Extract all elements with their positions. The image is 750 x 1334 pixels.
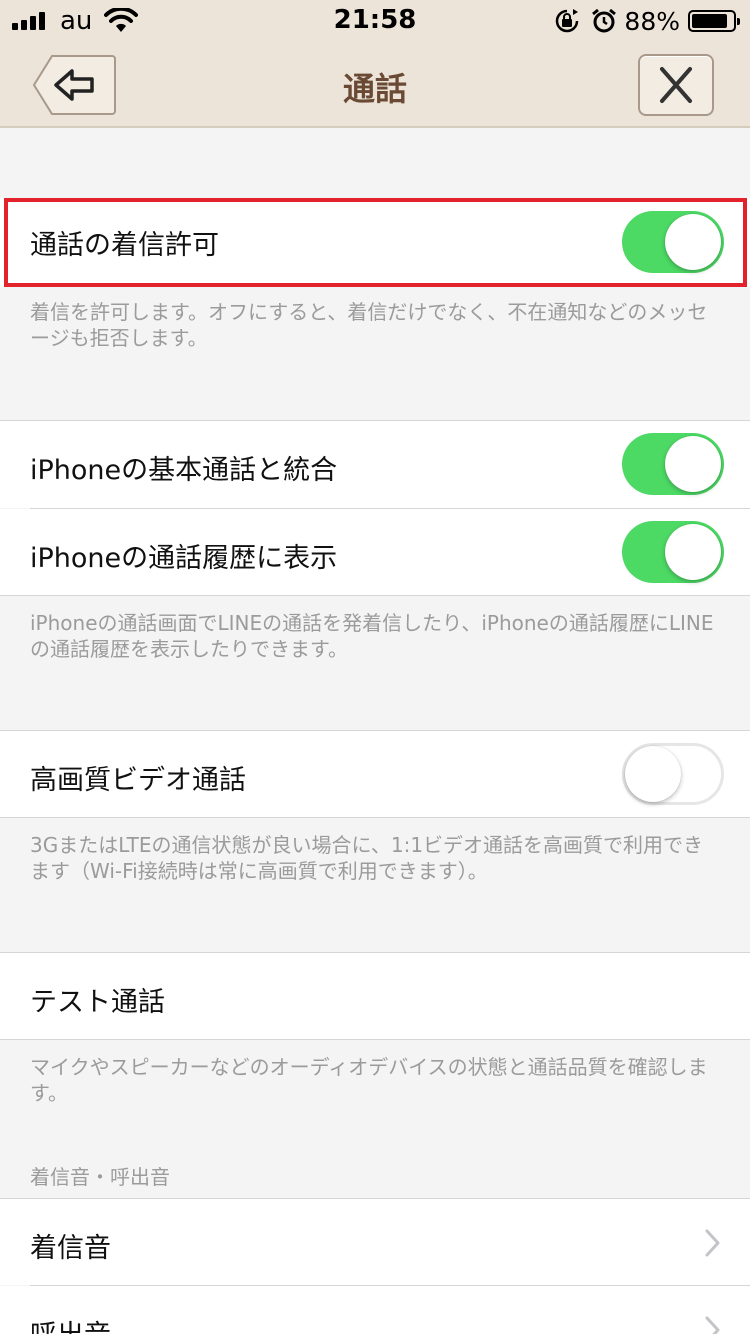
divider xyxy=(0,595,750,596)
chevron-right-icon xyxy=(705,1316,720,1334)
row-label-hd-video: 高画質ビデオ通話 xyxy=(30,765,246,796)
toggle-iphone-integration[interactable] xyxy=(622,433,724,495)
nav-bar: 通話 xyxy=(0,40,750,128)
row-ringtone[interactable]: 着信音 xyxy=(0,1199,750,1285)
row-iphone-integration: iPhoneの基本通話と統合 xyxy=(0,421,750,508)
orientation-lock-icon xyxy=(556,9,579,33)
divider xyxy=(0,1039,750,1040)
toggle-allow-incoming[interactable] xyxy=(622,211,724,273)
row-test-call[interactable]: テスト通話 xyxy=(0,953,750,1039)
row-allow-incoming: 通話の着信許可 xyxy=(0,198,750,287)
row-iphone-history: iPhoneの通話履歴に表示 xyxy=(0,509,750,595)
row-hd-video: 高画質ビデオ通話 xyxy=(0,731,750,817)
toggle-iphone-history[interactable] xyxy=(622,521,724,583)
footer-test-call: マイクやスピーカーなどのオーディオデバイスの状態と通話品質を確認します。 xyxy=(30,1055,708,1105)
alarm-icon xyxy=(592,8,617,33)
footer-allow-incoming: 着信を許可します。オフにすると、着信だけでなく、不在通知などのメッセージも拒否し… xyxy=(30,300,708,350)
close-icon xyxy=(660,67,692,103)
divider xyxy=(0,817,750,818)
row-label-iphone-integration: iPhoneの基本通話と統合 xyxy=(30,455,338,486)
battery-percent: 88% xyxy=(624,6,680,36)
footer-iphone-integration: iPhoneの通話画面でLINEの通話を発着信したり、iPhoneの通話履歴にL… xyxy=(30,611,714,661)
footer-hd-video: 3GまたはLTEの通信状態が良い場合に、1:1ビデオ通話を高画質で利用できます（… xyxy=(30,833,704,883)
row-label-ringback: 呼出音 xyxy=(30,1313,111,1334)
close-button[interactable] xyxy=(638,54,714,116)
header: au 21:58 88% 通話 xyxy=(0,0,750,128)
row-label-test-call: テスト通話 xyxy=(30,987,165,1018)
row-label-allow-incoming: 通話の着信許可 xyxy=(30,230,219,261)
row-label-iphone-history: iPhoneの通話履歴に表示 xyxy=(30,543,338,574)
status-bar: au 21:58 88% xyxy=(0,0,750,40)
row-ringback[interactable]: 呼出音 xyxy=(0,1286,750,1334)
toggle-hd-video[interactable] xyxy=(622,743,724,805)
row-label-ringtone: 着信音 xyxy=(30,1233,111,1264)
battery-icon xyxy=(688,10,740,32)
chevron-right-icon xyxy=(705,1229,720,1257)
section-header-ringtones: 着信音・呼出音 xyxy=(30,1165,170,1189)
